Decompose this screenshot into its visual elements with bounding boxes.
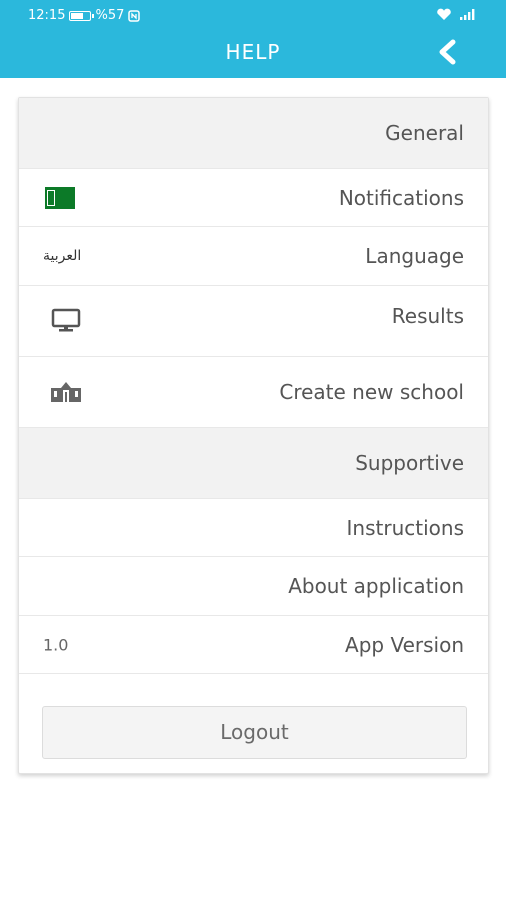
create-school-label: Create new school [279,380,464,404]
app-version-value: 1.0 [43,635,69,654]
menu-item-notifications[interactable]: Notifications [19,169,488,227]
instructions-label: Instructions [346,515,464,540]
page-title: HELP [225,40,281,64]
menu-item-instructions[interactable]: Instructions [19,499,488,557]
language-label: Language [365,244,464,268]
menu-item-create-school[interactable]: Create new school [19,357,488,428]
menu-item-language[interactable]: العربية Language [19,227,488,286]
status-time: 12:15 [28,8,66,23]
app-version-label: App Version [345,632,464,657]
section-general: General [19,98,488,169]
battery-fill [71,12,83,19]
chevron-left-icon [439,39,456,65]
about-label: About application [288,574,464,598]
menu-item-app-version: 1.0 App Version [19,616,488,674]
battery-percent: %57 [95,8,125,23]
status-bar: 12:15 %57 [0,0,506,32]
logout-button[interactable]: Logout [42,706,467,759]
app-bar: 12:15 %57 HELP [0,0,506,78]
back-button[interactable] [434,38,460,66]
menu-item-results[interactable]: Results [19,286,488,357]
status-left: 12:15 %57 [28,8,141,23]
school-building-icon [51,382,81,402]
battery-icon [69,10,95,21]
status-right [436,8,478,21]
section-general-label: General [385,121,464,145]
nfc-icon [128,9,141,22]
toggle-icon [47,189,55,206]
monitor-icon [51,308,81,332]
settings-card: General Notifications العربية Language R… [18,97,489,774]
signal-icon [460,9,475,20]
section-supportive: Supportive [19,428,488,499]
language-value: العربية [43,248,82,264]
wifi-heart-icon [437,8,451,20]
notifications-toggle[interactable] [45,186,75,209]
section-supportive-label: Supportive [355,451,464,475]
notifications-label: Notifications [338,185,464,210]
menu-item-about[interactable]: About application [19,557,488,616]
results-label: Results [391,304,464,328]
